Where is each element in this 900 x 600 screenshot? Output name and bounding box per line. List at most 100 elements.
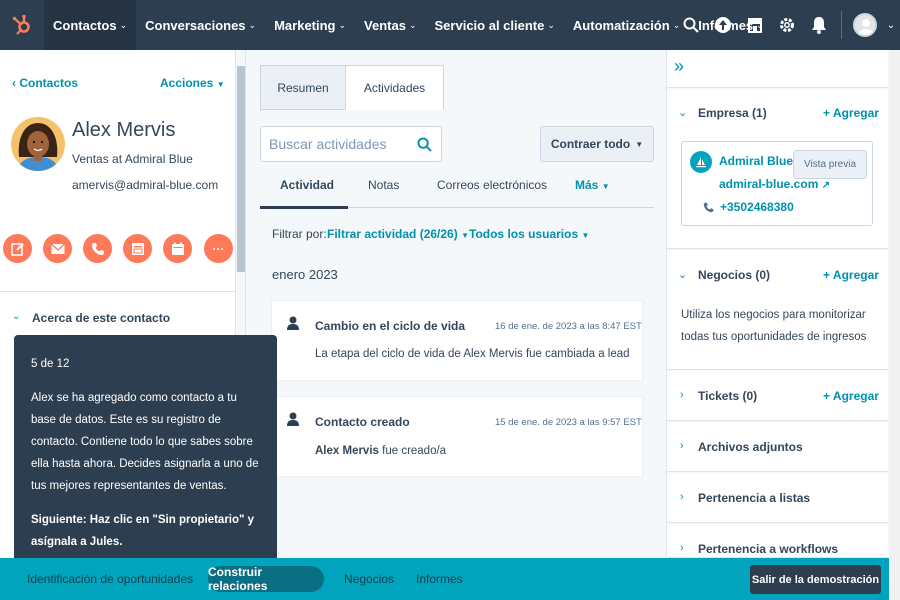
company-name-link[interactable]: Admiral Blue	[719, 154, 793, 168]
chevron-right-icon[interactable]: ›	[680, 440, 684, 452]
tab-resumen[interactable]: Resumen	[260, 65, 346, 110]
chevron-down-icon[interactable]: ⌄	[678, 106, 687, 119]
gear-icon[interactable]	[771, 0, 803, 50]
sailboat-icon	[690, 151, 712, 173]
more-actions-button[interactable]: ···	[204, 234, 233, 263]
nav-marketing[interactable]: Marketing ⌄	[265, 0, 355, 50]
calendar-icon	[171, 242, 184, 255]
meeting-button[interactable]	[163, 234, 192, 263]
chevron-down-icon: ⌄	[408, 19, 417, 30]
about-contact-header[interactable]: Acerca de este contacto	[32, 311, 170, 325]
note-button[interactable]	[3, 234, 32, 263]
bell-icon[interactable]	[803, 0, 835, 50]
collapse-all-button[interactable]: Contraer todo ▼	[540, 126, 654, 162]
tooltip-step: 5 de 12	[31, 358, 70, 370]
company-domain-link[interactable]: admiral-blue.com ↗	[719, 177, 830, 191]
left-scrollbar-thumb[interactable]	[237, 66, 245, 272]
call-button[interactable]	[83, 234, 112, 263]
expand-panel-icon[interactable]: »	[674, 56, 684, 77]
chevron-down-icon[interactable]: ⌄	[678, 268, 687, 281]
step-informes[interactable]: Informes	[416, 558, 463, 600]
step-construir-relaciones[interactable]: Construir relaciones	[208, 565, 324, 593]
page-scrollbar[interactable]	[889, 50, 900, 600]
caret-down-icon: ▼	[461, 231, 469, 240]
subtab-notas[interactable]: Notas	[368, 178, 399, 192]
person-icon	[287, 412, 299, 431]
right-panel-header	[667, 50, 888, 88]
chevron-down-icon: ⌄	[248, 19, 257, 30]
activity-body-name[interactable]: Alex Mervis	[315, 445, 379, 457]
email-button[interactable]	[43, 234, 72, 263]
filter-activity-dropdown[interactable]: Filtrar actividad (26/26) ▼	[327, 227, 469, 241]
activity-card[interactable]	[271, 300, 643, 381]
back-to-contacts-link[interactable]: ‹ Contactos	[12, 76, 78, 90]
filter-users-dropdown[interactable]: Todos los usuarios ▼	[469, 227, 589, 241]
marketplace-icon[interactable]	[739, 0, 771, 50]
hubspot-logo-icon[interactable]	[0, 0, 44, 50]
nav-ventas[interactable]: Ventas ⌄	[355, 0, 425, 50]
contact-email[interactable]: amervis@admiral-blue.com	[72, 178, 218, 192]
activity-title[interactable]: Contacto creado	[315, 415, 410, 429]
nav-icon-group: ⌄	[675, 0, 900, 50]
tooltip-next-step: Siguiente: Haz clic en "Sin propietario"…	[31, 514, 255, 548]
search-placeholder: Buscar actividades	[269, 136, 387, 152]
activity-date: 16 de ene. de 2023 a las 8:47 EST	[495, 321, 642, 332]
lists-header[interactable]: Pertenencia a listas	[698, 491, 810, 505]
exit-demo-button[interactable]: Salir de la demostración	[750, 565, 881, 594]
search-icon[interactable]	[675, 0, 707, 50]
deals-empty-text: Utiliza los negocios para monitorizar to…	[681, 309, 867, 343]
caret-down-icon: ▼	[601, 182, 610, 191]
chevron-right-icon[interactable]: ›	[680, 542, 684, 554]
workflows-header[interactable]: Pertenencia a workflows	[698, 542, 838, 556]
add-company-button[interactable]: + Agregar	[823, 106, 879, 120]
activity-body: La etapa del ciclo de vida de Alex Mervi…	[315, 348, 630, 360]
subtab-actividad[interactable]: Actividad	[280, 178, 334, 192]
task-button[interactable]	[123, 234, 152, 263]
tickets-header[interactable]: Tickets (0)	[698, 389, 757, 403]
activity-body: Alex Mervis fue creado/a	[315, 445, 447, 457]
subtab-correos[interactable]: Correos electrónicos	[437, 178, 547, 192]
phone-icon	[91, 242, 104, 255]
divider	[0, 291, 236, 292]
activity-date: 15 de ene. de 2023 a las 9:57 EST	[495, 417, 642, 428]
nav-contactos[interactable]: Contactos ⌄	[44, 0, 137, 50]
caret-down-icon: ▼	[635, 139, 644, 149]
nav-servicio-cliente[interactable]: Servicio al cliente ⌄	[426, 0, 564, 50]
step-identificacion[interactable]: Identificación de oportunidades	[27, 558, 193, 600]
chevron-down-icon[interactable]: ⌄	[12, 311, 20, 322]
upgrade-icon[interactable]	[707, 0, 739, 50]
chevron-down-icon[interactable]: ⌄	[882, 0, 900, 50]
envelope-icon	[50, 243, 65, 254]
task-icon	[131, 242, 144, 255]
chevron-left-icon: ‹	[12, 76, 16, 90]
chevron-right-icon[interactable]: ›	[680, 491, 684, 503]
phone-icon	[703, 200, 714, 218]
add-deal-button[interactable]: + Agregar	[823, 268, 879, 282]
nav-automatizacion[interactable]: Automatización ⌄	[564, 0, 689, 50]
activity-title[interactable]: Cambio en el ciclo de vida	[315, 319, 465, 333]
company-header[interactable]: Empresa (1)	[698, 106, 767, 120]
nav-divider	[841, 11, 842, 39]
top-navigation: Contactos ⌄ Conversaciones ⌄ Marketing ⌄ Ve…	[0, 0, 900, 50]
nav-conversaciones[interactable]: Conversaciones ⌄	[136, 0, 265, 50]
step-negocios[interactable]: Negocios	[344, 558, 394, 600]
actions-dropdown[interactable]: Acciones ▼	[160, 76, 225, 90]
preview-button[interactable]: Vista previa	[793, 150, 867, 179]
chevron-right-icon[interactable]: ›	[680, 389, 684, 401]
search-activities-input[interactable]: Buscar actividades	[260, 126, 442, 162]
chevron-down-icon: ⌄	[338, 19, 347, 30]
contact-job-title[interactable]: Ventas at Admiral Blue	[72, 152, 193, 166]
user-avatar[interactable]	[848, 0, 882, 50]
attachments-header[interactable]: Archivos adjuntos	[698, 440, 803, 454]
filter-label: Filtrar por:	[272, 227, 327, 241]
search-icon[interactable]	[417, 137, 432, 155]
add-ticket-button[interactable]: + Agregar	[823, 389, 879, 403]
company-phone-link[interactable]: +3502468380	[720, 200, 794, 214]
month-heading: enero 2023	[272, 267, 338, 282]
tab-actividades[interactable]: Actividades	[345, 65, 444, 110]
deals-header[interactable]: Negocios (0)	[698, 268, 770, 282]
ellipsis-icon: ···	[212, 241, 225, 256]
contact-name[interactable]: Alex Mervis	[72, 119, 175, 142]
subtab-mas[interactable]: Más ▼	[575, 178, 610, 192]
activity-card[interactable]	[271, 396, 643, 477]
